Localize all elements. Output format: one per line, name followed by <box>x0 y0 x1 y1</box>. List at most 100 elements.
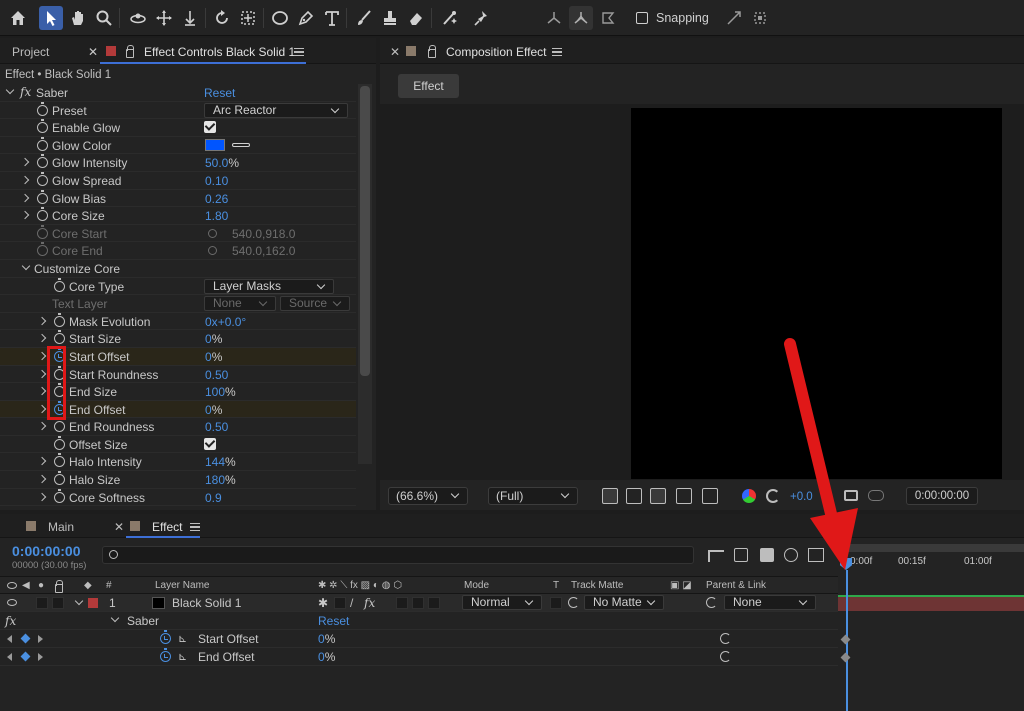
effect-row[interactable]: fx Saber Reset <box>0 612 838 630</box>
zoom-icon[interactable] <box>92 6 116 30</box>
chevron-right-icon[interactable] <box>37 316 47 325</box>
clone-stamp-icon[interactable] <box>378 6 402 30</box>
eyedropper-icon[interactable] <box>232 142 250 147</box>
composition-viewer[interactable] <box>380 104 1024 480</box>
tab-composition[interactable]: Composition Effect <box>446 45 547 59</box>
stopwatch-icon[interactable] <box>54 330 65 345</box>
property-value[interactable]: 100% <box>205 385 236 399</box>
stopwatch-icon[interactable] <box>54 488 65 503</box>
lock-icon[interactable] <box>126 45 134 58</box>
stopwatch-icon[interactable] <box>37 171 48 186</box>
switch-box[interactable] <box>428 597 440 609</box>
tab-effect[interactable]: Effect <box>152 520 182 534</box>
close-icon[interactable]: ✕ <box>114 520 124 534</box>
chevron-right-icon[interactable] <box>37 369 47 378</box>
collapse-switch-icon[interactable]: ✱ <box>318 596 328 610</box>
layer-search-input[interactable] <box>102 546 694 564</box>
layer-name[interactable]: Black Solid 1 <box>172 596 241 610</box>
selection-icon[interactable] <box>39 6 63 30</box>
zoom-dropdown[interactable]: (66.6%) <box>388 487 468 505</box>
property-value[interactable]: 0% <box>205 350 222 364</box>
panel-menu-icon[interactable] <box>552 48 562 56</box>
timeline-property-row-end-offset[interactable]: ⊾ End Offset 0% <box>0 648 838 666</box>
chevron-right-icon[interactable] <box>37 492 47 501</box>
motion-blur-icon[interactable] <box>784 548 798 562</box>
close-icon[interactable]: ✕ <box>390 45 400 59</box>
type-icon[interactable] <box>320 6 344 30</box>
local-axis-icon[interactable] <box>542 6 566 30</box>
property-value[interactable]: 0% <box>318 650 335 664</box>
preset-dropdown[interactable]: Arc Reactor <box>204 102 348 118</box>
reset-link[interactable]: Reset <box>204 86 235 100</box>
layer-duration-bar[interactable] <box>838 595 1024 611</box>
scrollbar-thumb[interactable] <box>360 86 370 376</box>
eraser-icon[interactable] <box>404 6 428 30</box>
snap-grid-icon[interactable] <box>748 6 772 30</box>
lock-icon[interactable] <box>55 580 63 593</box>
chevron-right-icon[interactable] <box>20 158 30 167</box>
world-axis-icon[interactable] <box>569 6 593 30</box>
chevron-right-icon[interactable] <box>20 193 30 202</box>
property-value[interactable]: 0.26 <box>205 192 228 206</box>
property-value[interactable]: 0% <box>205 332 222 346</box>
property-value[interactable]: 180% <box>205 473 236 487</box>
lock-box[interactable] <box>52 597 64 609</box>
chevron-down-icon[interactable] <box>110 613 120 623</box>
property-value[interactable]: 0.9 <box>205 491 222 505</box>
color-channels-icon[interactable] <box>742 489 756 503</box>
puppet-pin-icon[interactable] <box>470 6 494 30</box>
stopwatch-icon[interactable] <box>54 471 65 486</box>
close-icon[interactable]: ✕ <box>88 45 98 59</box>
chevron-right-icon[interactable] <box>37 474 47 484</box>
stopwatch-icon[interactable] <box>37 136 48 151</box>
core-type-dropdown[interactable]: Layer Masks <box>204 278 334 294</box>
layer-label-color[interactable] <box>88 598 98 608</box>
chevron-right-icon[interactable] <box>20 210 30 220</box>
prev-keyframe-icon[interactable] <box>7 653 12 661</box>
view-axis-icon[interactable] <box>596 6 620 30</box>
property-value[interactable]: 0% <box>318 632 335 646</box>
chevron-down-icon[interactable] <box>74 596 84 606</box>
tab-effect-controls[interactable]: Effect Controls Black Solid 1 <box>144 45 295 59</box>
exposure-value[interactable]: +0.0 <box>790 491 813 503</box>
transparency-grid-icon[interactable] <box>626 488 642 504</box>
stopwatch-icon[interactable] <box>54 453 65 468</box>
camera-snapshot-icon[interactable] <box>844 490 858 501</box>
chevron-right-icon[interactable] <box>20 175 30 185</box>
chevron-right-icon[interactable] <box>37 457 47 466</box>
resolution-dropdown[interactable]: (Full) <box>488 487 578 505</box>
expression-pick-whip-icon[interactable] <box>720 633 731 644</box>
chevron-right-icon[interactable] <box>37 351 47 361</box>
add-keyframe-icon[interactable] <box>20 633 31 644</box>
stopwatch-icon[interactable] <box>54 418 65 433</box>
property-value[interactable]: 0x+0.0° <box>205 315 246 329</box>
pan-behind-icon[interactable] <box>236 6 260 30</box>
audio-toggle-icon[interactable]: ◀ <box>22 580 30 591</box>
graph-icon[interactable]: ⊾ <box>178 650 187 663</box>
offset-size-checkbox[interactable] <box>204 437 216 450</box>
column-layer-name[interactable]: Layer Name <box>155 580 209 591</box>
composition-flowchart-icon[interactable] <box>708 550 724 562</box>
hand-icon[interactable] <box>66 6 90 30</box>
mask-visibility-icon[interactable] <box>650 488 666 504</box>
chevron-right-icon[interactable] <box>37 334 47 343</box>
solo-toggle-icon[interactable]: ● <box>38 580 44 591</box>
stopwatch-icon[interactable] <box>37 189 48 204</box>
property-value[interactable]: 1.80 <box>205 209 228 223</box>
time-ruler[interactable]: 0:00f 00:15f 01:00f <box>838 542 1024 576</box>
switch-box[interactable] <box>396 597 408 609</box>
tab-main[interactable]: Main <box>48 520 74 534</box>
dolly-icon[interactable] <box>178 6 202 30</box>
panel-menu-icon[interactable] <box>190 523 200 531</box>
home-icon[interactable] <box>6 6 30 30</box>
chevron-down-icon[interactable] <box>21 261 31 271</box>
chevron-down-icon[interactable] <box>5 85 15 95</box>
next-keyframe-icon[interactable] <box>38 635 43 643</box>
pen-icon[interactable] <box>294 6 318 30</box>
rotate-icon[interactable] <box>210 6 234 30</box>
property-value[interactable]: 0.50 <box>205 420 228 434</box>
track-matte-dropdown[interactable]: No Matte <box>584 595 664 610</box>
snap-feature-icon[interactable] <box>722 6 746 30</box>
switch-box[interactable] <box>334 597 346 609</box>
enable-glow-checkbox[interactable] <box>204 121 216 134</box>
